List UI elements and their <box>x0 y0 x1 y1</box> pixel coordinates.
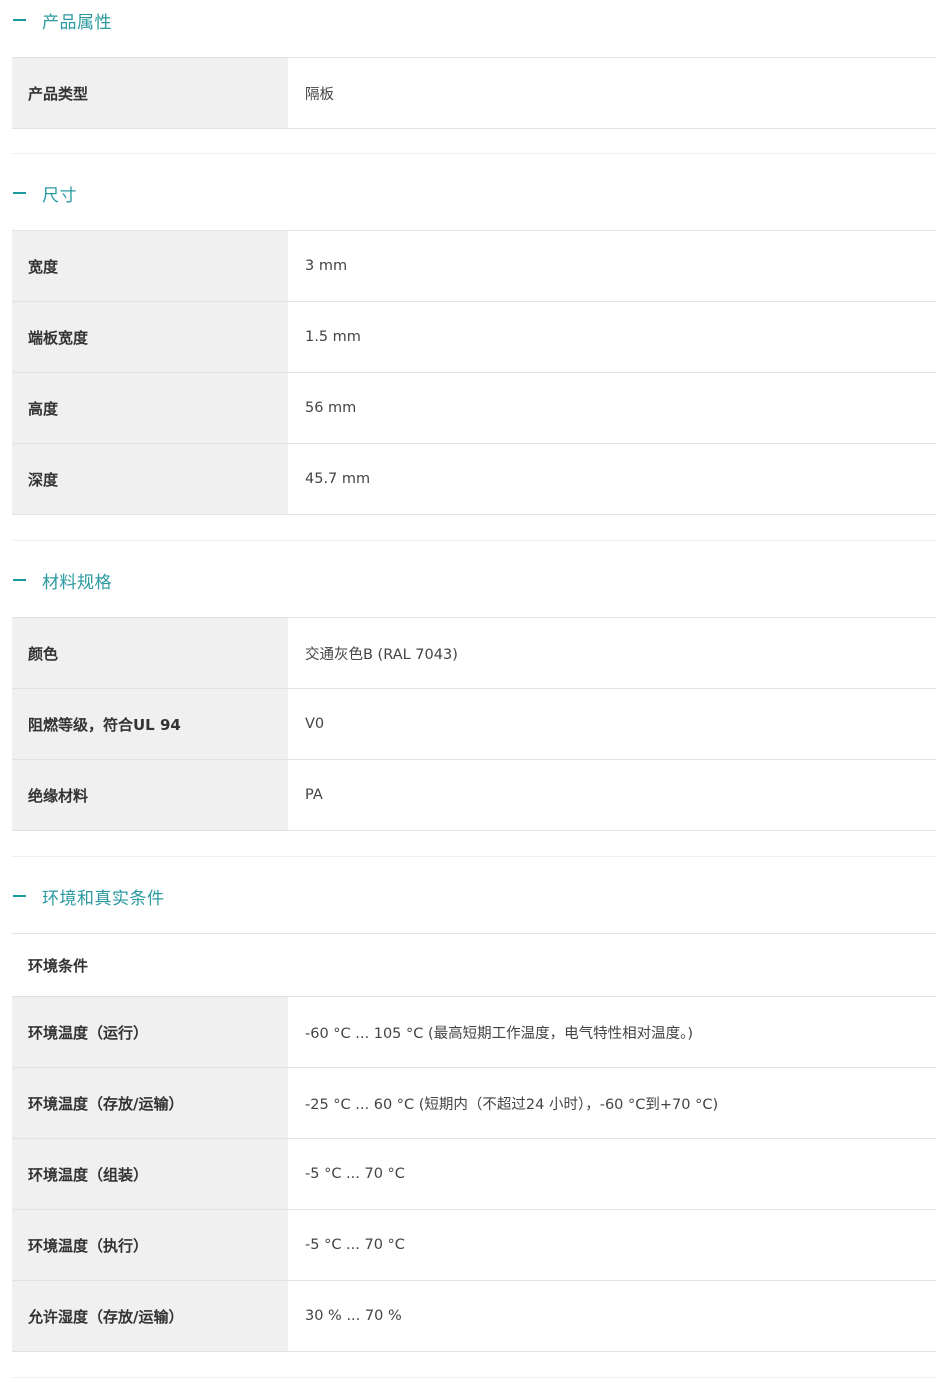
row-label: 环境温度（存放/运输） <box>12 1068 288 1138</box>
row-label: 允许湿度（存放/运输） <box>12 1281 288 1351</box>
table-row: 环境温度（存放/运输） -25 °C ... 60 °C (短期内（不超过24 … <box>12 1068 936 1139</box>
spec-table-dimensions: 宽度 3 mm 端板宽度 1.5 mm 高度 56 mm 深度 45.7 mm <box>12 230 936 515</box>
row-label: 高度 <box>12 373 288 443</box>
spec-table-environmental-conditions: 环境条件 环境温度（运行） -60 °C ... 105 °C (最高短期工作温… <box>12 933 936 1352</box>
row-value: 56 mm <box>288 373 936 443</box>
table-row: 绝缘材料 PA <box>12 760 936 831</box>
row-value: PA <box>288 760 936 830</box>
table-row: 允许湿度（存放/运输） 30 % ... 70 % <box>12 1281 936 1352</box>
section-title: 产品属性 <box>42 12 112 33</box>
table-row: 宽度 3 mm <box>12 231 936 302</box>
row-value: 3 mm <box>288 231 936 301</box>
table-row: 环境温度（组装） -5 °C ... 70 °C <box>12 1139 936 1210</box>
section-title: 环境和真实条件 <box>42 888 165 909</box>
spec-table-material-specs: 颜色 交通灰色B (RAL 7043) 阻燃等级，符合UL 94 V0 绝缘材料… <box>12 617 936 831</box>
row-value: -60 °C ... 105 °C (最高短期工作温度，电气特性相对温度。) <box>288 997 936 1067</box>
table-row: 环境温度（运行） -60 °C ... 105 °C (最高短期工作温度，电气特… <box>12 997 936 1068</box>
section-divider <box>12 1377 936 1378</box>
row-value: 交通灰色B (RAL 7043) <box>288 618 936 688</box>
row-label: 端板宽度 <box>12 302 288 372</box>
section-header-dimensions[interactable]: 尺寸 <box>12 173 936 213</box>
row-label: 阻燃等级，符合UL 94 <box>12 689 288 759</box>
section-header-material-specs[interactable]: 材料规格 <box>12 560 936 600</box>
table-row: 颜色 交通灰色B (RAL 7043) <box>12 618 936 689</box>
row-value: 30 % ... 70 % <box>288 1281 936 1351</box>
row-value: -5 °C ... 70 °C <box>288 1139 936 1209</box>
row-value: 隔板 <box>288 58 936 128</box>
table-row: 端板宽度 1.5 mm <box>12 302 936 373</box>
table-row: 环境温度（执行） -5 °C ... 70 °C <box>12 1210 936 1281</box>
spec-table-product-attributes: 产品类型 隔板 <box>12 57 936 129</box>
section-header-environmental-conditions[interactable]: 环境和真实条件 <box>12 876 936 916</box>
row-label: 环境温度（组装） <box>12 1139 288 1209</box>
row-label: 颜色 <box>12 618 288 688</box>
section-divider <box>12 153 936 154</box>
table-subheader: 环境条件 <box>12 934 936 997</box>
collapse-minus-icon[interactable] <box>13 895 26 897</box>
table-row: 阻燃等级，符合UL 94 V0 <box>12 689 936 760</box>
collapse-minus-icon[interactable] <box>13 192 26 194</box>
row-label: 环境温度（运行） <box>12 997 288 1067</box>
row-label: 环境温度（执行） <box>12 1210 288 1280</box>
row-label: 深度 <box>12 444 288 514</box>
row-value: 1.5 mm <box>288 302 936 372</box>
row-label: 宽度 <box>12 231 288 301</box>
row-label: 产品类型 <box>12 58 288 128</box>
section-divider <box>12 856 936 857</box>
section-divider <box>12 540 936 541</box>
section-title: 材料规格 <box>42 572 112 593</box>
section-title: 尺寸 <box>42 185 77 206</box>
table-row: 深度 45.7 mm <box>12 444 936 515</box>
table-row: 产品类型 隔板 <box>12 58 936 129</box>
table-row: 高度 56 mm <box>12 373 936 444</box>
row-value: 45.7 mm <box>288 444 936 514</box>
collapse-minus-icon[interactable] <box>13 579 26 581</box>
section-header-product-attributes[interactable]: 产品属性 <box>12 0 936 40</box>
row-value: -25 °C ... 60 °C (短期内（不超过24 小时），-60 °C到+… <box>288 1068 936 1138</box>
row-label: 绝缘材料 <box>12 760 288 830</box>
row-value: -5 °C ... 70 °C <box>288 1210 936 1280</box>
collapse-minus-icon[interactable] <box>13 19 26 21</box>
row-value: V0 <box>288 689 936 759</box>
